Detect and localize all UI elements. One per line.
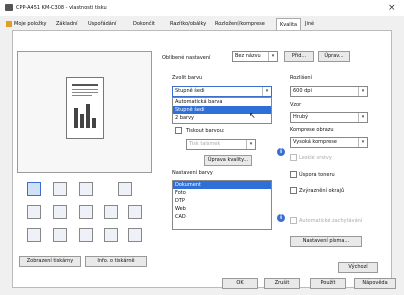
tab-quality[interactable]: Kvalita <box>276 18 302 30</box>
close-icon[interactable]: × <box>388 3 396 13</box>
chevron-down-icon: ▾ <box>358 87 367 96</box>
printer-tray-icon <box>27 182 41 196</box>
two-color-label: Tiskout barvou: <box>186 128 225 134</box>
tab-layout-compression[interactable]: Rozložení/komprese <box>215 21 265 27</box>
color-settings-item[interactable]: Dokument <box>173 181 271 189</box>
window-title: CPP-A451 KM-C308 - vlastnosti tisku <box>16 5 107 11</box>
paper-preview <box>66 77 104 139</box>
color-settings-label: Nastavení barvy <box>172 170 213 176</box>
favorites-select[interactable]: Bez názvu ▾ <box>232 51 278 62</box>
cancel-button[interactable]: Zrušit <box>264 278 300 289</box>
header-icon <box>128 228 142 242</box>
resolution-select[interactable]: 600 dpi ▾ <box>290 86 368 97</box>
tab-bar: Moje položky Základní Uspořádání Dokonči… <box>0 16 404 30</box>
cover-icon <box>27 228 41 242</box>
tab-finish[interactable]: Dokončit <box>133 21 155 27</box>
tab-my-tab[interactable]: Moje položky <box>14 21 46 27</box>
staple-icon <box>118 182 132 196</box>
color-settings-item[interactable]: DTP <box>173 197 271 205</box>
tab-basic[interactable]: Základní <box>56 21 78 27</box>
light-lines-checkbox[interactable] <box>290 154 297 161</box>
star-icon <box>6 21 12 27</box>
color-label: Zvolit barvu <box>172 75 203 81</box>
edit-quality-button[interactable]: Úprava kvality... <box>204 155 252 166</box>
fold-icon <box>104 205 118 219</box>
title-bar: CPP-A451 KM-C308 - vlastnosti tisku × <box>0 0 404 16</box>
color-settings-list[interactable]: Dokument Foto DTP Web CAD <box>172 180 272 230</box>
color-select[interactable]: Stupně šedi ▾ <box>172 86 272 97</box>
default-button[interactable]: Výchozí <box>338 262 378 273</box>
sharp-label: Zvýraznění okrajů <box>299 188 345 194</box>
sharp-checkbox[interactable] <box>290 187 297 194</box>
ok-button[interactable]: OK <box>222 278 258 289</box>
pages-icon <box>79 182 93 196</box>
compression-select[interactable]: Vysoká komprese ▾ <box>290 137 368 148</box>
auto-trap-checkbox[interactable] <box>290 217 297 224</box>
tab-stamp[interactable]: Razítko/obálky <box>170 21 206 27</box>
punch-icon <box>79 205 93 219</box>
color-settings-item[interactable]: Foto <box>173 189 271 197</box>
color-value: Stupně šedi <box>175 88 205 94</box>
two-color-select[interactable]: Tisk talsmek ▾ <box>186 139 256 150</box>
compression-value: Vysoká komprese <box>293 139 337 145</box>
info-icon: i <box>277 148 285 156</box>
info-icon: i <box>277 214 285 222</box>
color-settings-item[interactable]: CAD <box>173 213 271 221</box>
apply-button[interactable]: Použít <box>310 278 346 289</box>
page-preview <box>17 51 152 173</box>
resolution-value: 600 dpi <box>293 88 312 94</box>
overlay-icon <box>104 228 118 242</box>
tab-other[interactable]: Jiné <box>305 21 314 27</box>
tab-layout[interactable]: Uspořádání <box>88 21 116 27</box>
chevron-down-icon: ▾ <box>358 113 367 122</box>
duplex-icon <box>27 205 41 219</box>
two-color-value: Tisk talsmek <box>189 141 221 147</box>
help-button[interactable]: Nápověda <box>354 278 396 289</box>
resolution-label: Rozlišení <box>290 75 312 81</box>
chevron-down-icon: ▾ <box>358 138 367 147</box>
glossy-label: Úspora toneru <box>299 172 335 178</box>
chevron-down-icon: ▾ <box>246 140 255 149</box>
color-option[interactable]: 2 barvy <box>173 114 271 122</box>
two-color-checkbox[interactable] <box>175 127 182 134</box>
view-printer-button[interactable]: Zobrazení tiskárny <box>19 256 81 267</box>
page-icon <box>53 182 67 196</box>
auto-trap-label: Automatické zachytávání <box>299 218 363 224</box>
printer-info-button[interactable]: Info. o tiskárně <box>85 256 147 267</box>
pattern-label: Vzor <box>290 102 302 108</box>
printer-icon <box>5 4 13 11</box>
chevron-down-icon: ▾ <box>262 87 271 96</box>
pattern-value: Hrubý <box>293 114 309 120</box>
font-settings-button[interactable]: Nastavení písma... <box>290 236 362 247</box>
light-lines-label: Lesklé vrstvy <box>299 155 332 161</box>
chart-icon <box>74 108 78 128</box>
compression-label: Komprese obrazu <box>290 127 334 133</box>
color-option[interactable]: Stupně šedi <box>173 106 271 114</box>
output-icon <box>128 205 142 219</box>
booklet-icon <box>53 205 67 219</box>
favorites-label: Oblíbené nastavení <box>162 55 211 61</box>
color-dropdown-list: Automatická barva Stupně šedi 2 barvy <box>172 97 272 124</box>
stamp-icon <box>53 228 67 242</box>
color-option[interactable]: Automatická barva <box>173 98 271 106</box>
pattern-select[interactable]: Hrubý ▾ <box>290 112 368 123</box>
glossy-checkbox[interactable] <box>290 171 297 178</box>
favorites-add-button[interactable]: Přid... <box>284 51 314 62</box>
watermark-icon <box>79 228 93 242</box>
color-settings-item[interactable]: Web <box>173 205 271 213</box>
mouse-cursor-icon: ↖ <box>249 111 256 120</box>
chevron-down-icon: ▾ <box>268 52 277 61</box>
favorites-edit-button[interactable]: Úprav... <box>318 51 350 62</box>
favorites-value: Bez názvu <box>235 53 261 59</box>
